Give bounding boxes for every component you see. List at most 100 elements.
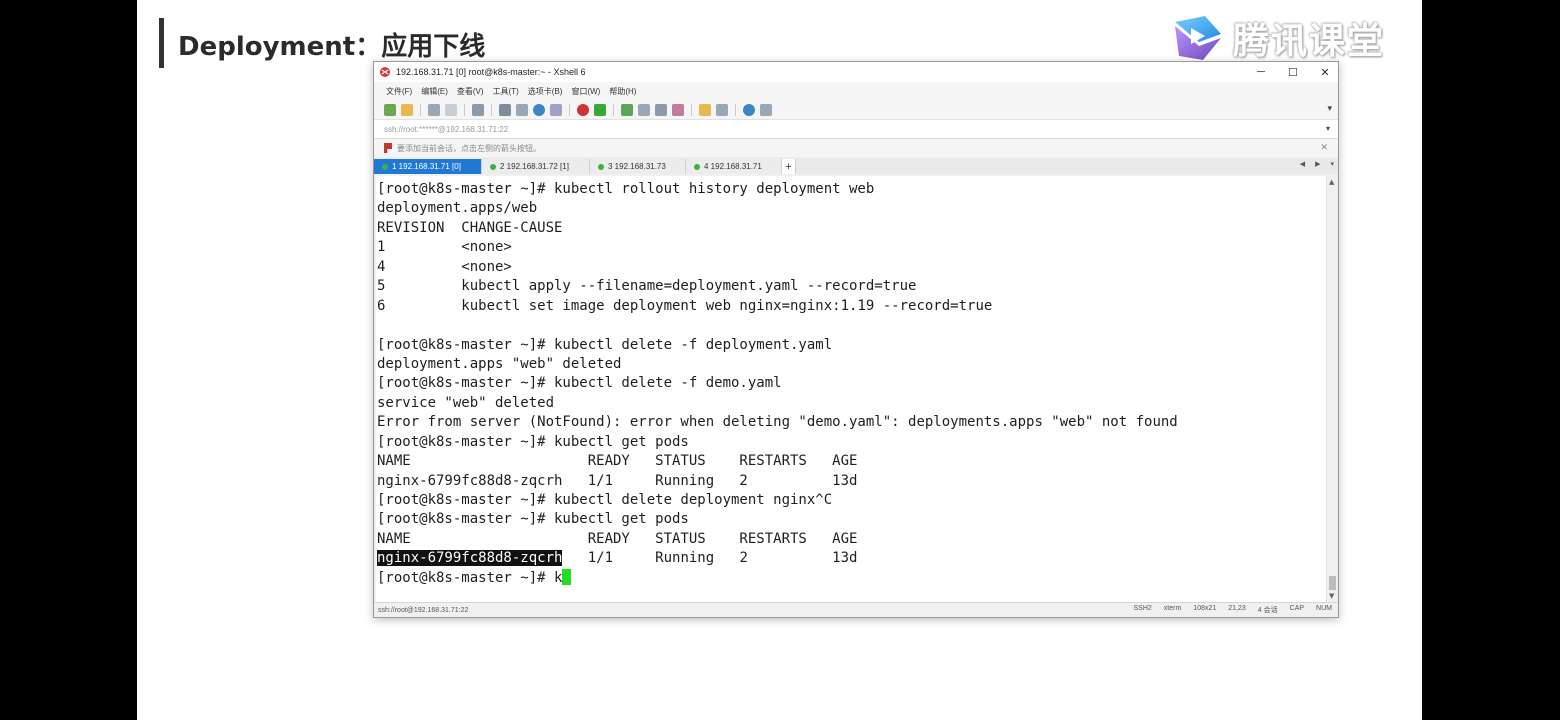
status-connection: ssh://root@192.168.31.71:22 bbox=[378, 606, 469, 614]
toolbar-separator bbox=[420, 103, 421, 116]
slide: Deployment：应用下线 腾讯课堂 192.168.31.71 [0] r… bbox=[137, 0, 1422, 720]
tab-navigation: ◀ ▶ ▾ bbox=[1300, 160, 1334, 168]
address-bar[interactable]: ssh://root:******@192.168.31.71:22 ▾ bbox=[374, 120, 1338, 139]
terminal-line: REVISION CHANGE-CAUSE bbox=[377, 219, 563, 236]
window-controls: ─ ☐ ✕ bbox=[1254, 62, 1332, 82]
tab-next-icon[interactable]: ▶ bbox=[1315, 160, 1320, 168]
terminal-line: [root@k8s-master ~]# kubectl delete -f d… bbox=[377, 336, 833, 353]
terminal-line: [root@k8s-master ~]# kubectl rollout his… bbox=[377, 181, 875, 197]
menu-help[interactable]: 帮助(H) bbox=[609, 86, 636, 97]
menu-view[interactable]: 查看(V) bbox=[457, 86, 484, 97]
tencent-classroom-logo: 腾讯课堂 bbox=[1169, 12, 1389, 64]
add-tab-button[interactable]: + bbox=[782, 159, 796, 174]
session-status-icon bbox=[382, 163, 388, 170]
scrollbar-thumb[interactable] bbox=[1329, 576, 1336, 590]
options-icon[interactable] bbox=[760, 103, 772, 116]
new-session-icon[interactable] bbox=[384, 103, 396, 116]
font-icon[interactable] bbox=[550, 103, 562, 116]
terminal-line: 4 <none> bbox=[377, 258, 512, 275]
tab-list-icon[interactable]: ▾ bbox=[1330, 160, 1334, 168]
menu-tools[interactable]: 工具(T) bbox=[493, 86, 519, 97]
menu-window[interactable]: 窗口(W) bbox=[571, 86, 600, 97]
keyboard-icon[interactable] bbox=[655, 103, 667, 116]
fullscreen-icon[interactable] bbox=[621, 103, 633, 116]
terminal-line: nginx-6799fc88d8-zqcrh 1/1 Running 2 13d bbox=[377, 472, 858, 489]
tab-session-4[interactable]: 4 192.168.31.71 bbox=[686, 159, 782, 174]
scroll-down-icon[interactable]: ▼ bbox=[1329, 592, 1334, 600]
tab-label: 3 192.168.31.73 bbox=[608, 162, 666, 171]
status-num: NUM bbox=[1316, 605, 1332, 612]
address-dropdown-icon[interactable]: ▾ bbox=[1326, 124, 1330, 133]
terminal-line: [root@k8s-master ~]# kubectl get pods bbox=[377, 511, 689, 528]
maximize-button[interactable]: ☐ bbox=[1286, 66, 1300, 79]
terminal-cursor bbox=[562, 568, 572, 585]
session-status-icon bbox=[598, 163, 604, 170]
terminal-output[interactable]: [root@k8s-master ~]# kubectl rollout his… bbox=[376, 176, 1326, 602]
menu-bar: 文件(F) 编辑(E) 查看(V) 工具(T) 选项卡(B) 窗口(W) 帮助(… bbox=[374, 82, 1338, 100]
terminal-line: service "web" deleted bbox=[377, 394, 555, 411]
scroll-up-icon[interactable]: ▲ bbox=[1329, 178, 1334, 186]
status-protocol: SSH2 bbox=[1133, 605, 1152, 612]
terminal-line: 1 <none> bbox=[377, 239, 512, 256]
help-icon[interactable] bbox=[743, 103, 755, 116]
close-button[interactable]: ✕ bbox=[1318, 66, 1332, 79]
terminal-line: [root@k8s-master ~]# kubectl delete depl… bbox=[377, 492, 833, 508]
window-titlebar[interactable]: 192.168.31.71 [0] root@k8s-master:~ - Xs… bbox=[374, 62, 1338, 82]
slide-title: Deployment：应用下线 bbox=[178, 32, 486, 62]
globe-icon[interactable] bbox=[533, 103, 545, 116]
pod-details: 1/1 Running 2 13d bbox=[562, 550, 858, 567]
toolbar-overflow-icon[interactable]: ▾ bbox=[1327, 104, 1332, 114]
script-icon[interactable] bbox=[699, 103, 711, 116]
copy-icon[interactable] bbox=[472, 103, 484, 116]
open-folder-icon[interactable] bbox=[401, 103, 413, 116]
terminal-scrollbar[interactable]: ▲ ▼ bbox=[1326, 176, 1338, 602]
minimize-button[interactable]: ─ bbox=[1254, 66, 1268, 78]
tab-session-1[interactable]: 1 192.168.31.71 [0] bbox=[374, 159, 482, 174]
terminal-prompt-line: [root@k8s-master ~]# k bbox=[377, 568, 1326, 588]
terminal-line: [root@k8s-master ~]# kubectl get pods bbox=[377, 433, 689, 450]
disconnect-icon[interactable] bbox=[445, 103, 457, 116]
selected-pod-name[interactable]: nginx-6799fc88d8-zqcrh bbox=[377, 550, 563, 567]
lock-icon[interactable] bbox=[638, 103, 650, 116]
logo-text: 腾讯课堂 bbox=[1233, 21, 1386, 62]
toolbar-separator bbox=[491, 103, 492, 116]
tab-label: 1 192.168.31.71 [0] bbox=[392, 162, 461, 171]
toolbar-separator bbox=[613, 103, 614, 116]
session-status-icon bbox=[694, 163, 700, 170]
xshell-window: 192.168.31.71 [0] root@k8s-master:~ - Xs… bbox=[373, 61, 1339, 618]
xshell-app-icon bbox=[380, 67, 390, 77]
tab-label: 4 192.168.31.71 bbox=[704, 162, 762, 171]
find-icon[interactable] bbox=[499, 103, 511, 116]
status-caps: CAP bbox=[1289, 605, 1305, 612]
toolbar-separator bbox=[691, 103, 692, 116]
window-title: 192.168.31.71 [0] root@k8s-master:~ - Xs… bbox=[396, 67, 586, 77]
terminal-line: 6 kubectl set image deployment web nginx… bbox=[377, 297, 993, 314]
layout-icon[interactable] bbox=[516, 103, 528, 116]
highlight-icon[interactable] bbox=[672, 103, 684, 116]
info-close-icon[interactable]: ✕ bbox=[1320, 142, 1328, 153]
xmanager-icon[interactable] bbox=[594, 103, 606, 116]
info-bar: 要添加当前会话，点击左侧的箭头按钮。 ✕ bbox=[374, 139, 1338, 157]
toolbar-separator bbox=[464, 103, 465, 116]
address-text: ssh://root:******@192.168.31.71:22 bbox=[384, 124, 509, 134]
reconnect-icon[interactable] bbox=[428, 103, 440, 116]
status-terminal-type: xterm bbox=[1163, 605, 1182, 612]
toolbar-separator bbox=[569, 103, 570, 116]
menu-file[interactable]: 文件(F) bbox=[386, 86, 412, 97]
xftp-icon[interactable] bbox=[577, 103, 589, 116]
terminal-line: 5 kubectl apply --filename=deployment.ya… bbox=[377, 278, 917, 295]
toolbar: ▾ bbox=[374, 100, 1338, 120]
menu-edit[interactable]: 编辑(E) bbox=[421, 86, 448, 97]
terminal-line-selected: nginx-6799fc88d8-zqcrh 1/1 Running 2 13d bbox=[377, 549, 1326, 568]
menu-tab[interactable]: 选项卡(B) bbox=[528, 86, 563, 97]
terminal-line: [root@k8s-master ~]# kubectl delete -f d… bbox=[377, 375, 782, 392]
window-icon[interactable] bbox=[716, 103, 728, 116]
status-size: 108x21 bbox=[1193, 605, 1217, 612]
tab-prev-icon[interactable]: ◀ bbox=[1300, 160, 1305, 168]
toolbar-separator bbox=[735, 103, 736, 116]
status-sessions: 4 会话 bbox=[1257, 607, 1278, 614]
tab-session-2[interactable]: 2 192.168.31.72 [1] bbox=[482, 159, 590, 174]
tab-session-3[interactable]: 3 192.168.31.73 bbox=[590, 159, 686, 174]
tab-label: 2 192.168.31.72 [1] bbox=[500, 162, 569, 171]
